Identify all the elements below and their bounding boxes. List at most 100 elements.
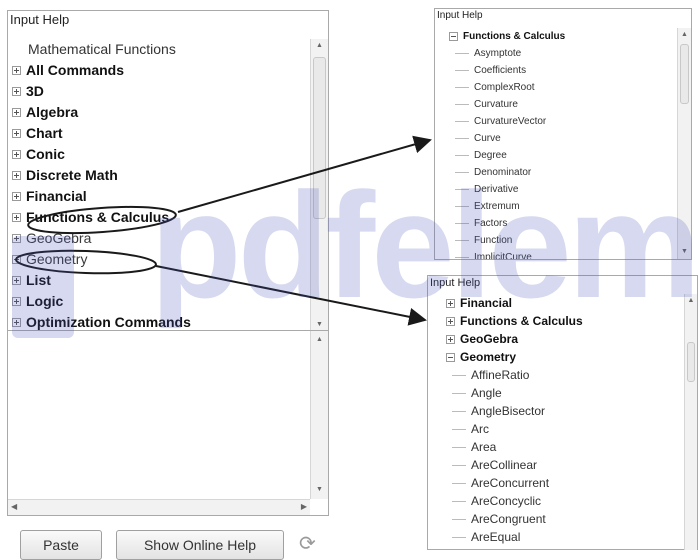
top-right-scrollbar[interactable]: ▲ ▼: [677, 28, 691, 259]
command-item[interactable]: Denominator: [455, 164, 671, 181]
expand-icon[interactable]: [446, 316, 455, 326]
scrollbar-thumb[interactable]: [680, 44, 689, 104]
scrollbar-thumb[interactable]: [687, 342, 695, 382]
tree-connector: [452, 374, 466, 376]
command-item[interactable]: AreConcyclic: [452, 492, 682, 510]
category-label: GeoGebra: [460, 332, 519, 346]
expand-icon[interactable]: [12, 255, 21, 264]
expand-icon[interactable]: [12, 171, 21, 180]
command-item[interactable]: ImplicitCurve: [455, 249, 671, 259]
command-item[interactable]: Factors: [455, 215, 671, 232]
command-label: Denominator: [474, 167, 532, 178]
expand-icon[interactable]: [12, 213, 21, 222]
tree-category-item[interactable]: Conic: [12, 144, 310, 165]
expand-icon[interactable]: [12, 276, 21, 285]
command-item[interactable]: Arc: [452, 420, 682, 438]
tree-category-item[interactable]: GeoGebra: [446, 330, 682, 348]
tree-category-functions-calculus[interactable]: Functions & Calculus: [449, 28, 671, 45]
command-item[interactable]: Degree: [455, 147, 671, 164]
help-text-area[interactable]: ▲ ▼ ◀ ▶: [7, 330, 329, 516]
tree-category-item[interactable]: List: [12, 270, 310, 291]
command-item[interactable]: CurvatureVector: [455, 113, 671, 130]
command-label: ImplicitCurve: [474, 252, 532, 259]
expand-icon[interactable]: [12, 297, 21, 306]
expand-icon[interactable]: [12, 318, 21, 327]
collapse-icon[interactable]: [446, 352, 455, 362]
command-label: Angle: [471, 386, 502, 400]
tree-connector: [455, 87, 469, 88]
scroll-right-arrow-icon[interactable]: ▶: [301, 502, 307, 511]
refresh-icon[interactable]: ⟳: [299, 531, 316, 556]
command-label: AngleBisector: [471, 404, 546, 418]
tree-category-item[interactable]: Financial: [446, 294, 682, 312]
left-tree-scrollbar[interactable]: ▲ ▼: [310, 39, 328, 332]
expand-icon[interactable]: [12, 66, 21, 75]
scroll-down-arrow-icon[interactable]: ▼: [311, 485, 328, 495]
tree-category-item[interactable]: Discrete Math: [12, 165, 310, 186]
scroll-up-arrow-icon[interactable]: ▲: [685, 296, 697, 306]
expand-icon[interactable]: [12, 192, 21, 201]
command-item[interactable]: Curvature: [455, 96, 671, 113]
bottom-right-input-help-panel: Input Help Financial Functions & Calculus…: [427, 275, 698, 550]
help-text-hscrollbar[interactable]: ◀ ▶: [8, 499, 310, 515]
scroll-left-arrow-icon[interactable]: ◀: [11, 502, 17, 511]
tree-category-item[interactable]: Functions & Calculus: [12, 207, 310, 228]
command-item[interactable]: Derivative: [455, 181, 671, 198]
tree-root-label[interactable]: Mathematical Functions: [12, 39, 310, 60]
command-item[interactable]: AreCongruent: [452, 510, 682, 528]
tree-connector: [452, 428, 466, 430]
tree-category-item[interactable]: All Commands: [12, 60, 310, 81]
tree-connector: [455, 70, 469, 71]
command-item[interactable]: AreCollinear: [452, 456, 682, 474]
command-item[interactable]: AngleBisector: [452, 402, 682, 420]
expand-icon[interactable]: [12, 129, 21, 138]
expand-icon[interactable]: [446, 334, 455, 344]
tree-category-item[interactable]: Financial: [12, 186, 310, 207]
tree-connector: [455, 155, 469, 156]
tree-connector: [455, 172, 469, 173]
scroll-up-arrow-icon[interactable]: ▲: [311, 41, 328, 51]
command-item[interactable]: Angle: [452, 384, 682, 402]
command-item[interactable]: Function: [455, 232, 671, 249]
category-label: GeoGebra: [26, 230, 92, 246]
expand-icon[interactable]: [12, 87, 21, 96]
scroll-down-arrow-icon[interactable]: ▼: [678, 247, 691, 257]
category-label: List: [26, 272, 51, 288]
command-item[interactable]: ComplexRoot: [455, 79, 671, 96]
scrollbar-thumb[interactable]: [313, 57, 326, 219]
tree-category-item[interactable]: Chart: [12, 123, 310, 144]
category-label: Functions & Calculus: [463, 31, 566, 42]
scroll-up-arrow-icon[interactable]: ▲: [678, 30, 691, 40]
expand-icon[interactable]: [446, 298, 455, 308]
tree-category-item[interactable]: 3D: [12, 81, 310, 102]
command-label: Factors: [474, 218, 508, 229]
command-item[interactable]: Area: [452, 438, 682, 456]
scroll-down-arrow-icon[interactable]: ▼: [311, 320, 328, 330]
scroll-up-arrow-icon[interactable]: ▲: [311, 335, 328, 345]
tree-category-item[interactable]: Functions & Calculus: [446, 312, 682, 330]
tree-category-item[interactable]: Algebra: [12, 102, 310, 123]
command-label: AreConcurrent: [471, 476, 550, 490]
tree-category-item[interactable]: Optimization Commands: [12, 312, 310, 331]
tree-category-item[interactable]: GeoGebra: [12, 228, 310, 249]
command-label: Curve: [474, 133, 501, 144]
command-item[interactable]: Asymptote: [455, 45, 671, 62]
tree-category-item[interactable]: Geometry: [12, 249, 310, 270]
help-text-vscrollbar[interactable]: ▲ ▼: [310, 331, 328, 499]
paste-button[interactable]: Paste: [20, 530, 102, 560]
collapse-icon[interactable]: [449, 32, 458, 41]
category-label: Logic: [26, 293, 64, 309]
command-item[interactable]: Extremum: [455, 198, 671, 215]
expand-icon[interactable]: [12, 108, 21, 117]
command-item[interactable]: Curve: [455, 130, 671, 147]
show-online-help-button[interactable]: Show Online Help: [116, 530, 284, 560]
command-item[interactable]: AreEqual: [452, 528, 682, 546]
tree-category-geometry[interactable]: Geometry: [446, 348, 682, 366]
command-item[interactable]: AreConcurrent: [452, 474, 682, 492]
expand-icon[interactable]: [12, 150, 21, 159]
command-item[interactable]: Coefficients: [455, 62, 671, 79]
tree-category-item[interactable]: Logic: [12, 291, 310, 312]
bottom-right-scrollbar[interactable]: ▲: [684, 294, 697, 550]
command-item[interactable]: AffineRatio: [452, 366, 682, 384]
expand-icon[interactable]: [12, 234, 21, 243]
